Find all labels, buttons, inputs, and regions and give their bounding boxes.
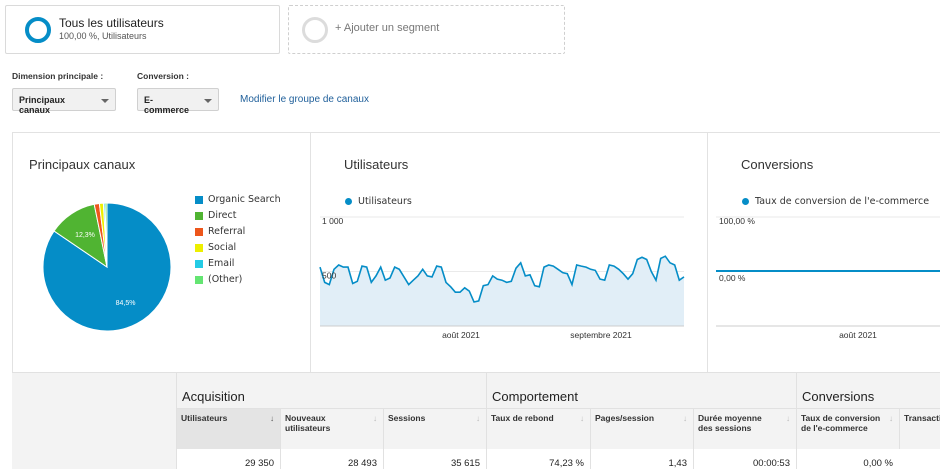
- column-transactions-label: Transacti: [904, 413, 940, 423]
- empty-segment-circle-icon: [302, 17, 328, 43]
- pie-legend-item: Email: [195, 258, 235, 269]
- dimension-dropdown-value: Principaux canaux: [19, 95, 66, 115]
- column-bounce-label: Taux de rebond: [491, 413, 554, 423]
- pie-legend-item: Referral: [195, 226, 246, 237]
- dimension-label: Dimension principale :: [12, 71, 104, 81]
- column-conv-rate[interactable]: Taux de conversion de l'e-commerce ↓: [796, 408, 899, 449]
- column-conv-rate-label: Taux de conversion de l'e-commerce: [801, 413, 881, 433]
- sort-icon: ↓: [786, 414, 790, 423]
- pie-chart[interactable]: 84,5% 12,3%: [13, 133, 312, 373]
- pie-legend-label: Referral: [208, 226, 246, 237]
- column-duration[interactable]: Durée moyenne des sessions ↓: [693, 408, 796, 449]
- users-panel: Utilisateurs Utilisateurs 1 000 500 août 2…: [310, 132, 708, 372]
- pie-legend-label: Direct: [208, 210, 237, 221]
- pie-legend-label: Organic Search: [208, 194, 281, 205]
- x-tick-label: août 2021: [839, 330, 877, 340]
- conversions-line-chart[interactable]: 100,00 % 0,00 % août 2021: [708, 133, 940, 373]
- group-behavior-label: Comportement: [492, 389, 578, 404]
- dimension-dropdown[interactable]: Principaux canaux: [12, 88, 116, 115]
- x-tick-label: août 2021: [442, 330, 480, 340]
- sort-icon: ↓: [889, 414, 893, 423]
- pie-legend-item: Social: [195, 242, 237, 253]
- column-new-users[interactable]: Nouveaux utilisateurs ↓: [280, 408, 383, 449]
- segment-subtitle: 100,00 %, Utilisateurs: [59, 31, 147, 41]
- y-tick-label: 1 000: [322, 216, 344, 226]
- group-acquisition: Acquisition: [176, 372, 486, 408]
- conversion-dropdown[interactable]: E-commerce: [137, 88, 219, 115]
- total-users: 29 350: [176, 449, 280, 469]
- column-new-users-label: Nouveaux utilisateurs: [285, 413, 331, 433]
- column-pages[interactable]: Pages/session ↓: [590, 408, 693, 449]
- total-bounce: 74,23 %: [486, 449, 590, 469]
- legend-swatch-icon: [195, 228, 203, 236]
- x-tick-label: septembre 2021: [570, 330, 632, 340]
- column-users[interactable]: Utilisateurs ↓: [176, 408, 280, 449]
- data-table: Acquisition Comportement Conversions Uti…: [12, 372, 940, 469]
- sort-down-icon: ↓: [270, 414, 274, 423]
- total-new-users: 28 493: [280, 449, 383, 469]
- pie-slice-label: 12,3%: [75, 232, 95, 239]
- column-duration-label: Durée moyenne des sessions: [698, 413, 762, 433]
- sort-icon: ↓: [580, 414, 584, 423]
- group-conversions-label: Conversions: [802, 389, 875, 404]
- pie-legend-item: Organic Search: [195, 194, 281, 205]
- total-conv-rate: 0,00 %: [796, 449, 899, 469]
- total-pages: 1,43: [590, 449, 693, 469]
- segment-title: Tous les utilisateurs: [59, 16, 164, 30]
- pie-panel: Principaux canaux 84,5% 12,3% Organic Sea…: [12, 132, 311, 372]
- users-area: [320, 256, 684, 326]
- pie-slice-label: 84,5%: [116, 300, 136, 307]
- legend-swatch-icon: [195, 212, 203, 220]
- legend-swatch-icon: [195, 196, 203, 204]
- legend-swatch-icon: [195, 276, 203, 284]
- chevron-down-icon: [204, 99, 212, 103]
- column-sessions-label: Sessions: [388, 413, 426, 423]
- legend-swatch-icon: [195, 260, 203, 268]
- users-line-chart[interactable]: 1 000 500 août 2021 septembre 2021: [311, 133, 709, 373]
- column-users-label: Utilisateurs: [181, 413, 228, 423]
- modify-channel-group-link[interactable]: Modifier le groupe de canaux: [240, 94, 369, 105]
- segment-circle-icon: [25, 17, 51, 43]
- column-sessions[interactable]: Sessions ↓: [383, 408, 486, 449]
- conversion-label: Conversion :: [137, 71, 189, 81]
- pie-legend-item: (Other): [195, 274, 243, 285]
- sort-icon: ↓: [476, 414, 480, 423]
- pie-legend-item: Direct: [195, 210, 237, 221]
- add-segment-button[interactable]: + Ajouter un segment: [288, 5, 565, 54]
- segment-all-users[interactable]: Tous les utilisateurs 100,00 %, Utilisat…: [5, 5, 280, 54]
- pie-legend-label: (Other): [208, 274, 243, 285]
- table-left-header: [12, 372, 176, 469]
- group-acquisition-label: Acquisition: [182, 389, 245, 404]
- y-tick-label: 100,00 %: [719, 216, 755, 226]
- group-conversions: Conversions: [796, 372, 940, 408]
- conversion-dropdown-value: E-commerce: [144, 95, 190, 115]
- column-bounce[interactable]: Taux de rebond ↓: [486, 408, 590, 449]
- chevron-down-icon: [101, 99, 109, 103]
- pie-legend-label: Social: [208, 242, 237, 253]
- total-duration: 00:00:53: [693, 449, 796, 469]
- sort-icon: ↓: [683, 414, 687, 423]
- column-pages-label: Pages/session: [595, 413, 655, 423]
- conversions-panel: Conversions Taux de conversion de l'e-co…: [707, 132, 940, 372]
- group-behavior: Comportement: [486, 372, 796, 408]
- y-tick-label: 0,00 %: [719, 273, 746, 283]
- add-segment-label: + Ajouter un segment: [335, 22, 440, 34]
- y-tick-label: 500: [322, 271, 336, 281]
- legend-swatch-icon: [195, 244, 203, 252]
- total-sessions: 35 615: [383, 449, 486, 469]
- column-transactions[interactable]: Transacti: [899, 408, 940, 449]
- pie-legend-label: Email: [208, 258, 235, 269]
- sort-icon: ↓: [373, 414, 377, 423]
